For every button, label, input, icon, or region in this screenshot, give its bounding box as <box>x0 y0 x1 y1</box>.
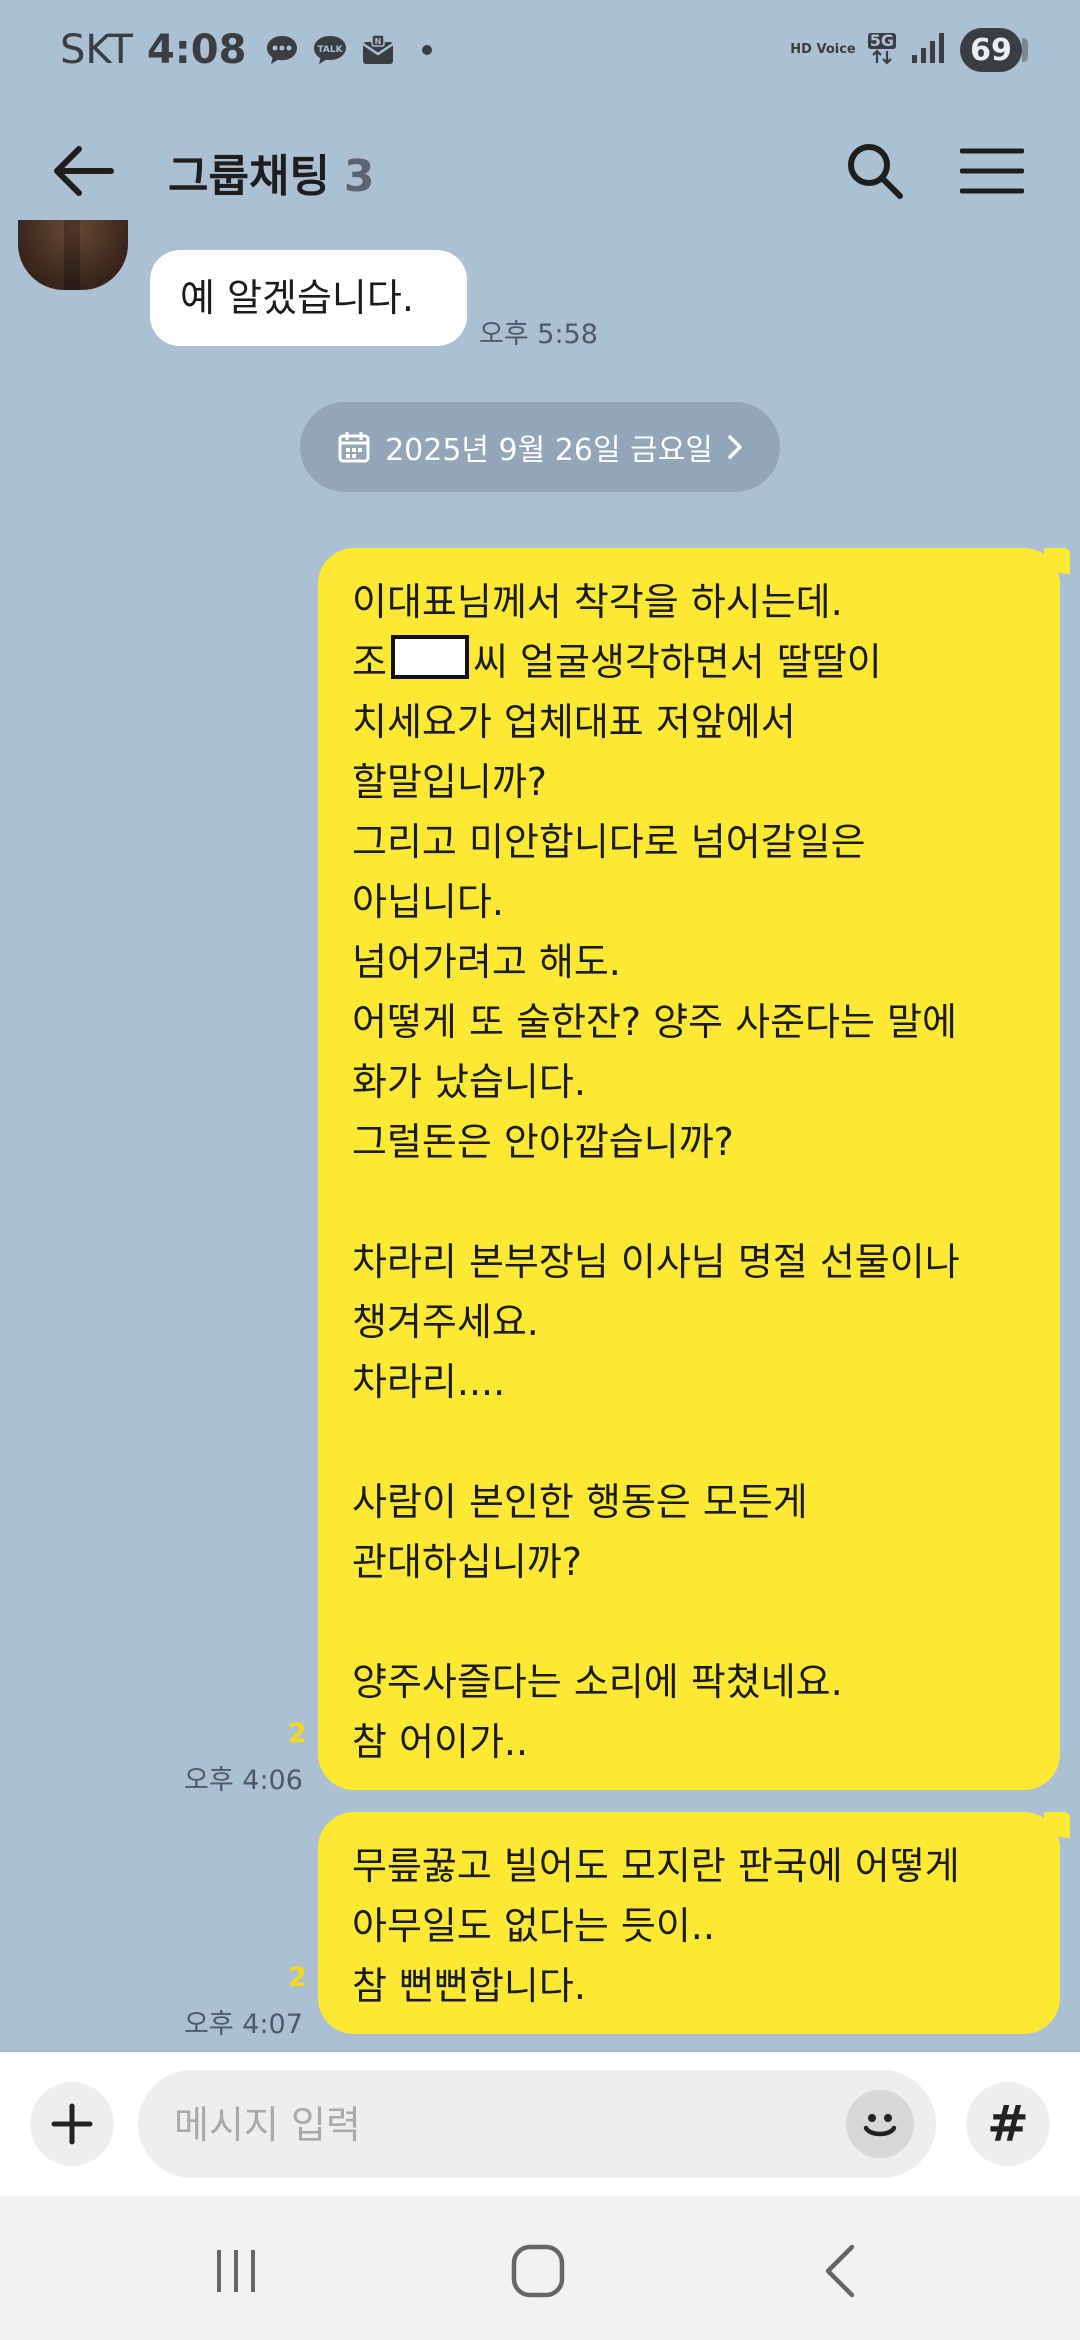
message-time: 오후 4:06 <box>184 1765 303 1796</box>
hd-voice-icon: HD Voice <box>790 43 855 57</box>
chevron-left-icon <box>825 2244 855 2298</box>
nav-back-button[interactable] <box>800 2236 880 2306</box>
back-button[interactable] <box>48 136 118 206</box>
message-input-bar: # <box>0 2052 1080 2196</box>
arrow-left-icon <box>54 146 114 196</box>
redaction-box <box>390 635 469 679</box>
chat-bubble-icon <box>264 33 300 67</box>
member-count: 3 <box>343 151 375 202</box>
battery-icon: 69 <box>960 28 1028 72</box>
message-time: 오후 5:58 <box>479 319 598 350</box>
menu-button[interactable] <box>956 136 1028 206</box>
talk-icon: TALK <box>312 33 348 67</box>
home-button[interactable] <box>498 2236 578 2306</box>
signal-icon <box>910 31 946 69</box>
emoticon-button[interactable] <box>846 2090 914 2158</box>
status-clock: 4:08 <box>146 27 247 73</box>
carrier-name: SKT <box>60 27 133 73</box>
calendar-icon <box>337 430 371 464</box>
message-bubble-outgoing[interactable]: 무릎꿇고 빌어도 모지란 판국에 어떻게 아무일도 없다는 듯이.. 참 뻔뻔합… <box>318 1812 1070 2034</box>
message-input-container <box>138 2070 936 2178</box>
plus-icon <box>51 2103 93 2145</box>
svg-text:N: N <box>375 37 382 46</box>
message-bubble-incoming[interactable]: 예 알겠습니다. <box>150 250 467 346</box>
unread-count: 2 <box>288 1962 307 1993</box>
recent-apps-button[interactable] <box>196 2236 276 2306</box>
recent-apps-icon <box>217 2250 255 2292</box>
network-type-label: 5G <box>867 30 896 50</box>
hashtag-search-button[interactable]: # <box>966 2082 1050 2166</box>
date-divider-text: 2025년 9월 26일 금요일 <box>385 433 713 468</box>
message-text: 씨 얼굴생각하면서 딸딸이 <box>472 640 882 684</box>
chat-title: 그룹채팅 3 <box>168 140 375 204</box>
date-divider-button[interactable]: 2025년 9월 26일 금요일 <box>300 402 780 492</box>
chat-title-text: 그룹채팅 <box>168 151 330 202</box>
naver-mail-icon: N <box>360 33 396 67</box>
message-text: 치세요가 업체대표 저앞에서 할말입니까? 그리고 미안합니다로 넘어갈일은 아… <box>352 700 960 1764</box>
message-text: 이대표님께서 착각을 하시는데. <box>352 580 843 624</box>
network-5g-icon: 5G <box>867 30 896 68</box>
home-icon <box>511 2244 565 2298</box>
battery-level: 69 <box>970 32 1012 68</box>
hd-voice-label: HD Voice <box>790 42 856 57</box>
chevron-right-icon <box>727 434 743 460</box>
search-button[interactable] <box>840 136 910 206</box>
hamburger-menu-icon <box>960 148 1024 194</box>
message-bubble-outgoing[interactable]: 이대표님께서 착각을 하시는데. 조 씨 얼굴생각하면서 딸딸이 치세요가 업체대… <box>318 548 1070 1790</box>
chat-header: 그룹채팅 3 <box>0 110 1080 225</box>
attach-button[interactable] <box>30 2082 114 2166</box>
unread-count: 2 <box>288 1718 307 1749</box>
more-notifications-dot <box>422 45 433 55</box>
message-input[interactable] <box>172 2092 776 2158</box>
message-text: 조 <box>352 640 387 684</box>
message-time: 오후 4:07 <box>184 2009 303 2040</box>
system-nav-bar <box>0 2196 1080 2340</box>
svg-text:TALK: TALK <box>318 45 344 55</box>
smiley-icon <box>863 2114 897 2137</box>
search-icon <box>848 144 903 199</box>
status-bar: SKT 4:08 TALK N HD Voice 5G 69 <box>0 0 1080 100</box>
avatar[interactable] <box>18 220 128 290</box>
